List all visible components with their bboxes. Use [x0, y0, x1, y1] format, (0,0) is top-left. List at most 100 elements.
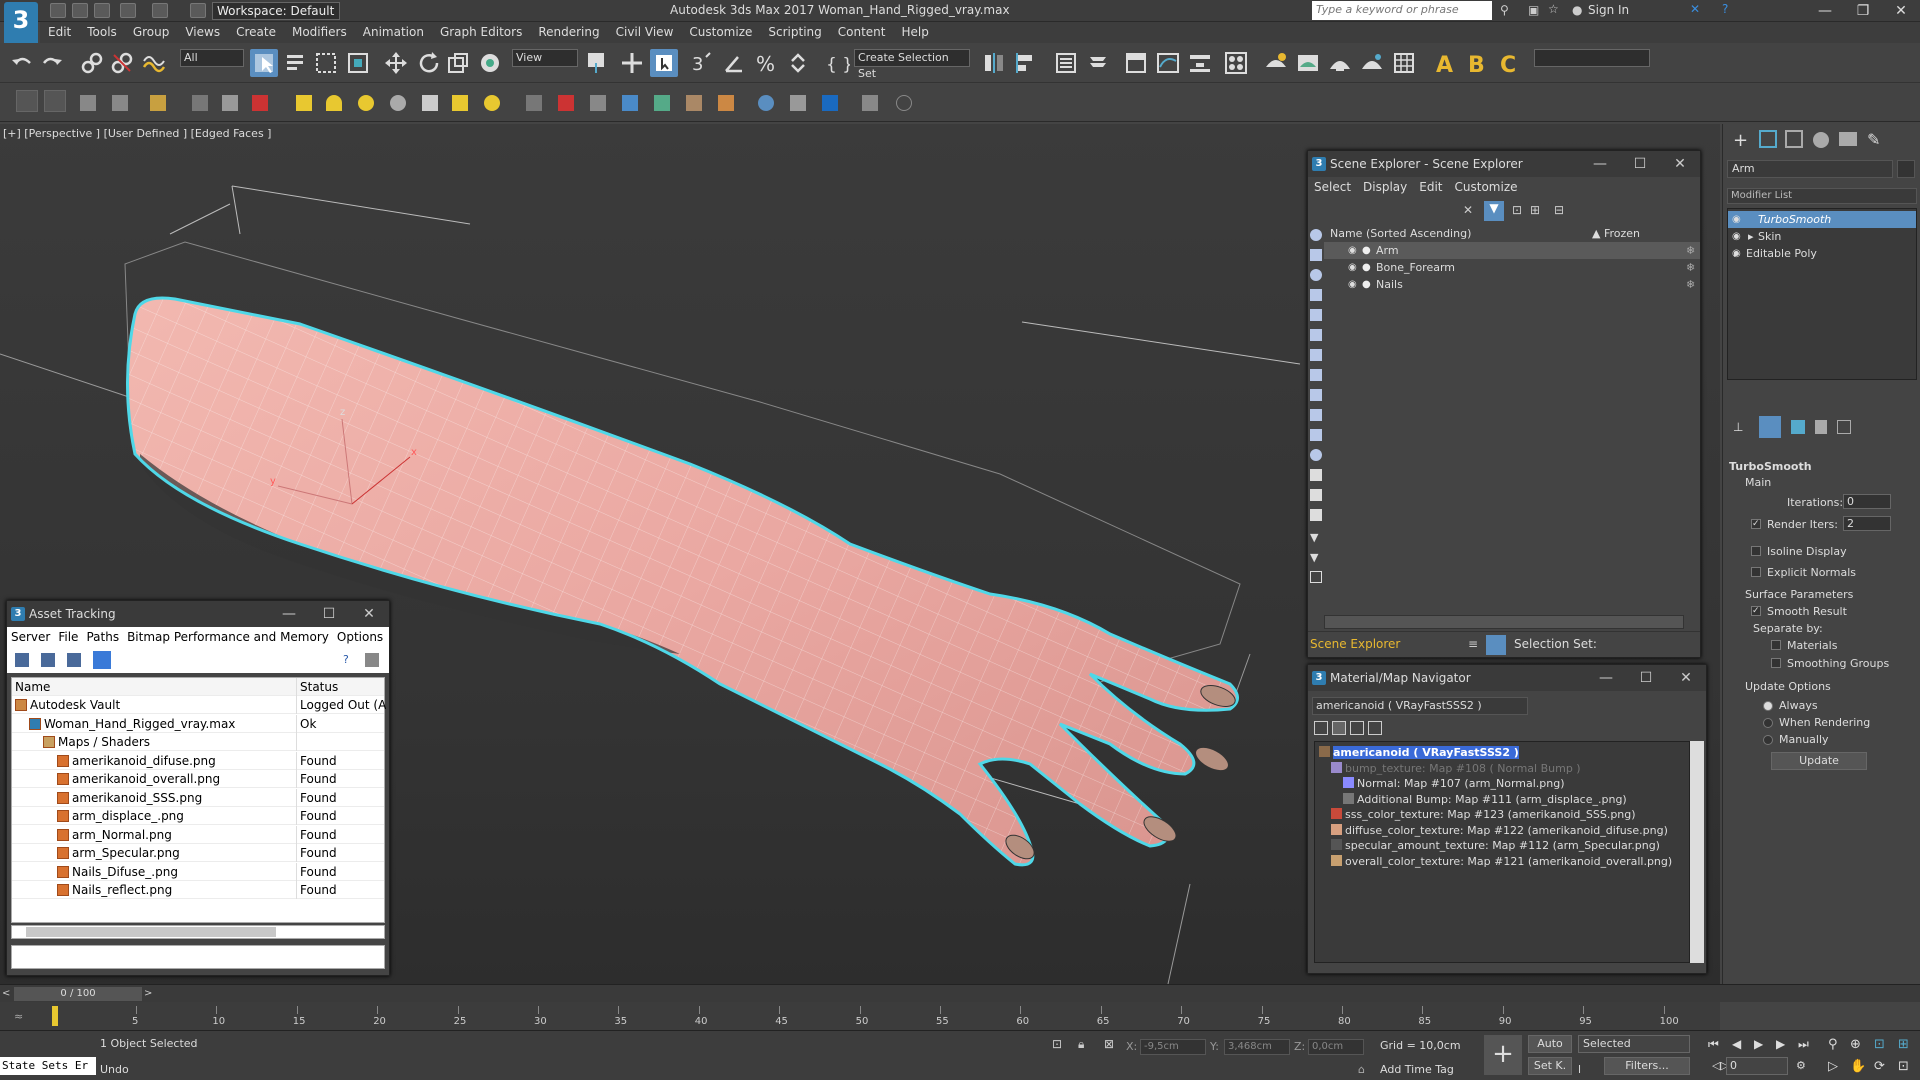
expand-arrow-icon[interactable]: ▸	[1734, 245, 1740, 262]
shelf-icon-2[interactable]	[112, 95, 128, 111]
asset-menu-server[interactable]: Server	[7, 627, 54, 647]
light-icon[interactable]	[422, 95, 438, 111]
turbosmooth-rollout-title[interactable]: TurboSmooth	[1729, 460, 1812, 473]
expand-arrow-icon[interactable]: ▸	[1748, 228, 1754, 245]
asset-row[interactable]: arm_Specular.png Found	[12, 844, 384, 862]
key-set-dropdown[interactable]: Selected	[1578, 1035, 1690, 1053]
display-geometry-icon[interactable]	[1310, 229, 1322, 241]
menu-create[interactable]: Create	[228, 22, 284, 42]
hierarchy-mode-icon[interactable]	[1486, 635, 1506, 655]
display-tab-icon[interactable]	[1839, 132, 1857, 146]
workspace-dropdown[interactable]: Workspace: Default	[212, 2, 340, 20]
asset-row[interactable]: Woman_Hand_Rigged_vray.max Ok	[12, 714, 384, 733]
object-name-field[interactable]: Arm	[1727, 160, 1893, 178]
placement-icon[interactable]	[476, 49, 504, 77]
menu-customize[interactable]: Customize	[681, 22, 760, 42]
scene-row[interactable]: ◉ ● Arm ❄	[1324, 242, 1700, 259]
selection-filter-dropdown[interactable]: All	[180, 49, 244, 67]
asset-checkin-icon[interactable]	[67, 653, 81, 667]
iterations-spinner[interactable]: 0	[1843, 494, 1891, 509]
object-color-swatch[interactable]	[1897, 160, 1915, 178]
shelf-icon-6[interactable]	[252, 95, 268, 111]
field-of-view-icon[interactable]: ▷	[1828, 1059, 1838, 1074]
current-material-field[interactable]: americanoid ( VRayFastSSS2 )	[1312, 697, 1528, 715]
restore-window-button[interactable]: ❐	[1844, 0, 1882, 22]
filter-funnel-icon[interactable]: ▼	[1310, 531, 1322, 544]
a360-gallery-icon[interactable]	[1390, 49, 1418, 77]
go-to-end-icon[interactable]: ⏭	[1798, 1037, 1809, 1052]
vray-plane-icon[interactable]	[686, 95, 702, 111]
menu-group[interactable]: Group	[125, 22, 178, 42]
project-folder-icon[interactable]	[190, 3, 206, 18]
asset-menu-file[interactable]: File	[54, 627, 82, 647]
display-xrefs-icon[interactable]	[1310, 369, 1322, 381]
scene-row[interactable]: ◉ ● Bone_Forearm ❄	[1324, 259, 1700, 276]
pan-view-icon[interactable]: ✋	[1850, 1059, 1866, 1074]
pivot-center-icon[interactable]	[582, 49, 610, 77]
asset-status-header[interactable]: Status	[296, 678, 386, 696]
material-tree-item[interactable]: specular_amount_texture: Map #112 (arm_S…	[1331, 837, 1660, 854]
scene-menu-select[interactable]: Select	[1308, 177, 1357, 197]
vray-light-icon[interactable]	[758, 95, 774, 111]
y-coordinate-field[interactable]: 3,468cm	[1224, 1039, 1290, 1055]
minimize-window-button[interactable]: —	[1806, 0, 1844, 22]
scene-row[interactable]: ◉ ● Nails ❄	[1324, 276, 1700, 293]
create-selection-set-dropdown[interactable]: Create Selection Set	[854, 49, 970, 80]
asset-tracking-close-button[interactable]: ✕	[349, 601, 389, 627]
hierarchy-icon[interactable]: ⊞	[1530, 203, 1540, 217]
helper-icon[interactable]	[526, 95, 542, 111]
save-file-icon[interactable]	[94, 3, 110, 18]
curve-editor-icon[interactable]	[1154, 49, 1182, 77]
render-production-icon[interactable]	[1326, 49, 1354, 77]
asset-row[interactable]: arm_displace_.png Found	[12, 807, 384, 825]
asset-row[interactable]: Nails_reflect.png Found	[12, 881, 384, 899]
display-hidden-icon[interactable]	[1310, 449, 1322, 461]
app-logo[interactable]: 3	[4, 2, 38, 46]
display-cameras-icon[interactable]	[1310, 289, 1322, 301]
always-radio[interactable]	[1763, 701, 1773, 711]
modifier-stack-item[interactable]: ◉ ▸ Skin	[1728, 228, 1916, 245]
material-tree-item[interactable]: diffuse_color_texture: Map #122 (amerika…	[1331, 822, 1668, 839]
spacewarp-icon[interactable]	[558, 95, 574, 111]
modifier-stack-item[interactable]: ◉ TurboSmooth	[1728, 211, 1916, 228]
scene-menu-display[interactable]: Display	[1357, 177, 1413, 197]
material-navigator-close-button[interactable]: ✕	[1666, 665, 1706, 691]
edit-named-selection-icon[interactable]: { }	[822, 49, 853, 77]
selection-icon[interactable]	[1310, 571, 1322, 583]
frozen-column-header[interactable]: ▲ Frozen	[1592, 225, 1640, 242]
scene-explorer-maximize-button[interactable]: ☐	[1620, 151, 1660, 177]
display-lights-icon[interactable]	[1310, 269, 1322, 281]
render-preset-dropdown[interactable]	[1534, 49, 1650, 67]
hierarchy-2-icon[interactable]: ⊟	[1554, 203, 1564, 217]
material-tree-item[interactable]: Additional Bump: Map #111 (arm_displace_…	[1343, 791, 1627, 808]
angle-snap-icon[interactable]	[720, 49, 748, 77]
undo-quick-icon[interactable]	[120, 3, 136, 18]
hierarchy-tab-icon[interactable]	[1785, 130, 1803, 148]
sun-icon[interactable]	[452, 95, 468, 111]
update-button[interactable]: Update	[1771, 752, 1867, 770]
time-configuration-icon[interactable]: ⚙	[1796, 1059, 1806, 1072]
align-icon[interactable]	[1012, 49, 1040, 77]
menu-graph-editors[interactable]: Graph Editors	[432, 22, 530, 42]
close-window-button[interactable]: ✕	[1882, 0, 1920, 22]
zoom-extents-all-icon[interactable]: ⊞	[1898, 1037, 1909, 1052]
visibility-eye-icon[interactable]: ◉	[1732, 211, 1741, 228]
render-iters-checkbox[interactable]: ✓	[1751, 519, 1761, 529]
render-dot-icon[interactable]: ●	[1362, 276, 1371, 293]
scene-menu-edit[interactable]: Edit	[1413, 177, 1448, 197]
reference-coordinate-dropdown[interactable]: View	[512, 49, 578, 67]
layer-add-icon[interactable]	[44, 90, 66, 112]
eye-icon[interactable]: ◉	[1348, 242, 1357, 259]
asset-checkout-icon[interactable]	[41, 653, 55, 667]
modifier-list-dropdown[interactable]: Modifier List	[1727, 188, 1917, 204]
freeze-icon[interactable]: ❄	[1686, 276, 1695, 293]
pin-stack-icon[interactable]: ⊥	[1733, 420, 1743, 434]
material-navigator-maximize-button[interactable]: ☐	[1626, 665, 1666, 691]
key-mode-icon[interactable]: ꞁ	[1578, 1061, 1592, 1075]
materials-checkbox[interactable]	[1771, 640, 1781, 650]
vray-camera-icon[interactable]	[822, 95, 838, 111]
material-navigator-minimize-button[interactable]: —	[1586, 665, 1626, 691]
material-tree-item[interactable]: overall_color_texture: Map #121 (amerika…	[1331, 853, 1672, 870]
menu-animation[interactable]: Animation	[355, 22, 432, 42]
unlink-icon[interactable]	[108, 49, 136, 77]
